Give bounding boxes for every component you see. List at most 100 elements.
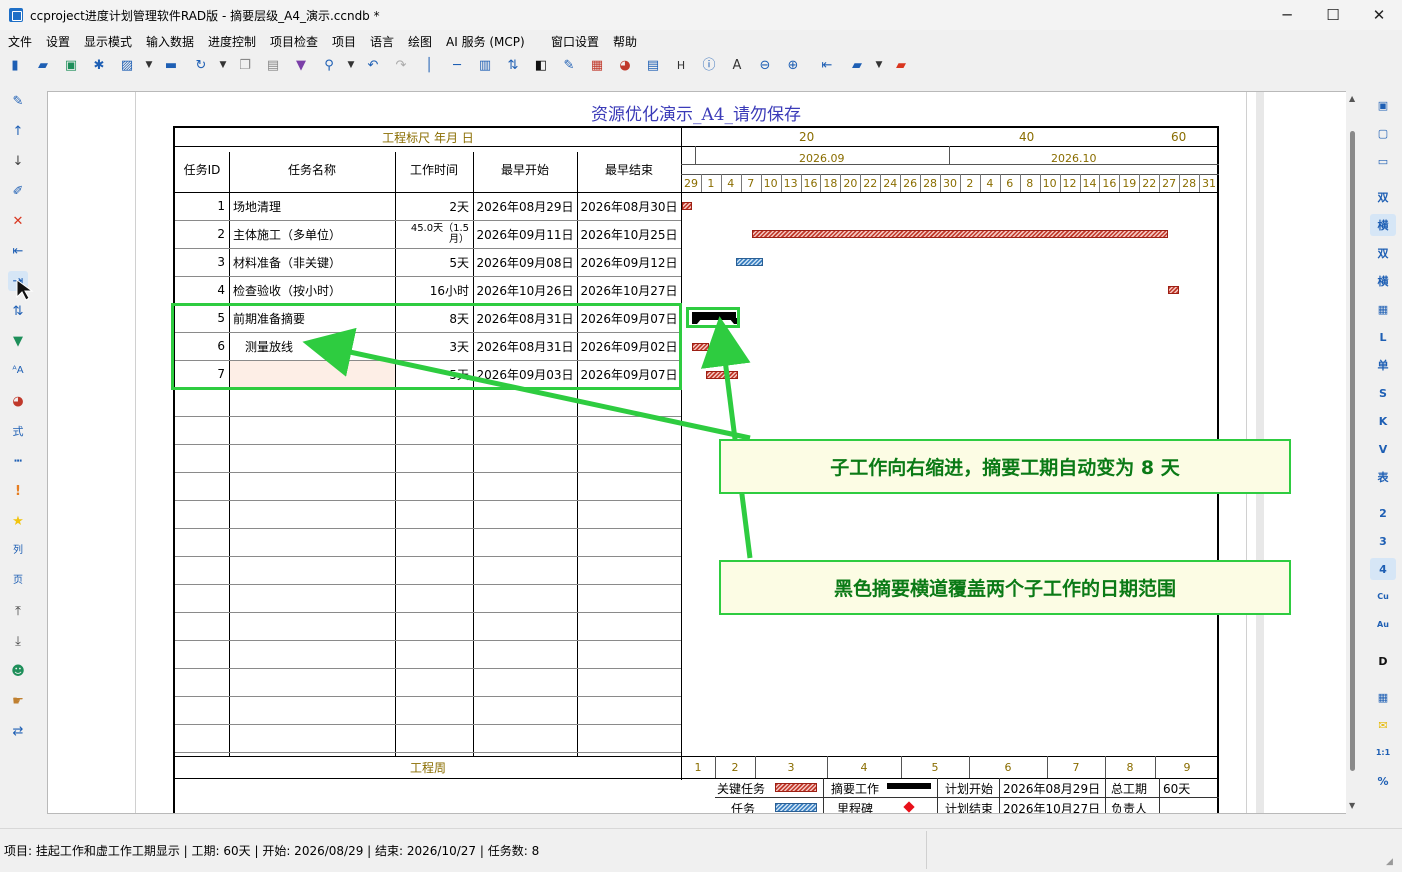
gantt-bar-2[interactable] — [752, 230, 1168, 238]
view-double[interactable]: 双 — [1370, 186, 1396, 208]
columns-icon[interactable]: ▥ — [476, 56, 494, 74]
zoom-in-icon[interactable]: ⊕ — [784, 56, 802, 74]
arrow-up-icon[interactable]: ↑ — [8, 121, 28, 141]
view-au[interactable]: Au — [1370, 614, 1396, 636]
exchange-icon[interactable]: ⇄ — [8, 721, 28, 741]
font-size-icon[interactable]: ᴬA — [8, 361, 28, 381]
view-horizontal-alt[interactable]: 横 — [1370, 270, 1396, 292]
contrast-icon[interactable]: ◧ — [532, 56, 550, 74]
arrow-down-icon[interactable]: ↓ — [8, 151, 28, 171]
format-painter-icon[interactable]: ▼ — [292, 56, 310, 74]
red-folder-icon[interactable]: ▰ — [892, 56, 910, 74]
task-end-cell[interactable]: 2026年10月25日 — [579, 220, 679, 248]
pencil-icon[interactable]: ✎ — [8, 91, 28, 111]
delete-icon[interactable]: ✕ — [8, 211, 28, 231]
outdent-icon[interactable]: ⇤ — [8, 241, 28, 261]
view-l[interactable]: L — [1370, 326, 1396, 348]
redo-icon[interactable]: ↷ — [392, 56, 410, 74]
hand-icon[interactable]: ☛ — [8, 691, 28, 711]
menu-settings[interactable]: 设置 — [46, 33, 70, 50]
zoom-1-1[interactable]: 1:1 — [1370, 742, 1396, 764]
copy-icon[interactable]: ❐ — [236, 56, 254, 74]
task-start-cell[interactable]: 2026年09月11日 — [475, 220, 575, 248]
exclamation-icon[interactable]: ! — [8, 481, 28, 501]
info-icon[interactable]: ⓘ — [700, 56, 718, 74]
edit-icon[interactable]: ✐ — [8, 181, 28, 201]
level-3[interactable]: 3 — [1370, 530, 1396, 552]
image-export-icon[interactable]: ▨ — [118, 56, 136, 74]
task-duration-cell[interactable]: 45.0天（1.5月） — [397, 220, 469, 248]
view-table[interactable]: 表 — [1370, 466, 1396, 488]
task-end-cell[interactable]: 2026年09月12日 — [579, 248, 679, 276]
brush-icon[interactable]: ✎ — [560, 56, 578, 74]
gantt-bar-4[interactable] — [1168, 286, 1179, 294]
star-icon[interactable]: ★ — [8, 511, 28, 531]
view-d[interactable]: D — [1370, 650, 1396, 672]
close-button[interactable]: ✕ — [1356, 0, 1402, 30]
refresh-icon[interactable]: ↻ — [192, 56, 210, 74]
task-start-cell[interactable]: 2026年09月08日 — [475, 248, 575, 276]
move-top-icon[interactable]: ⤒ — [8, 601, 28, 621]
formula-icon[interactable]: 式 — [8, 421, 28, 441]
header-task-id[interactable]: 任务ID — [175, 146, 229, 192]
chevron-down-icon[interactable]: ▼ — [342, 56, 360, 74]
open-folder-icon[interactable]: ▰ — [34, 56, 52, 74]
menu-help[interactable]: 帮助 — [613, 33, 637, 50]
task-duration-cell[interactable]: 2天 — [397, 192, 469, 220]
maximize-button[interactable]: ☐ — [1310, 0, 1356, 30]
layout-icon[interactable]: ▭ — [1370, 150, 1396, 172]
task-id-cell[interactable]: 4 — [175, 276, 225, 304]
zoom-percent[interactable]: % — [1370, 770, 1396, 792]
gantt-bar-3[interactable] — [736, 258, 763, 266]
task-name-cell[interactable]: 材料准备（非关键） — [233, 248, 393, 276]
view-double-alt[interactable]: 双 — [1370, 242, 1396, 264]
header-icon[interactable]: H — [672, 56, 690, 74]
sort-icon[interactable]: ⇅ — [504, 56, 522, 74]
column-icon[interactable]: 列 — [8, 541, 28, 561]
vertical-scrollbar[interactable]: ▲ ▼ — [1346, 91, 1360, 814]
scroll-up-icon[interactable]: ▲ — [1349, 94, 1355, 103]
view-v[interactable]: V — [1370, 438, 1396, 460]
view-horizontal[interactable]: 横 — [1370, 214, 1396, 236]
menu-ai-service[interactable]: AI 服务 (MCP) — [446, 33, 525, 50]
layout-icon[interactable]: ▣ — [1370, 94, 1396, 116]
page-icon[interactable]: 页 — [8, 571, 28, 591]
fit-icon[interactable]: ⇤ — [818, 56, 836, 74]
search-icon[interactable]: ⚲ — [320, 56, 338, 74]
users-icon[interactable]: ☻ — [8, 661, 28, 681]
zoom-out-icon[interactable]: ⊖ — [756, 56, 774, 74]
text-underline-icon[interactable]: A — [728, 56, 746, 74]
new-file-icon[interactable]: ▮ — [6, 56, 24, 74]
task-id-cell[interactable]: 3 — [175, 248, 225, 276]
undo-icon[interactable]: ↶ — [364, 56, 382, 74]
report-icon[interactable]: ▦ — [588, 56, 606, 74]
menu-window-settings[interactable]: 窗口设置 — [551, 33, 599, 50]
task-name-cell[interactable]: 场地清理 — [233, 192, 393, 220]
view-single[interactable]: 单 — [1370, 354, 1396, 376]
menu-project-check[interactable]: 项目检查 — [270, 33, 318, 50]
view-cu[interactable]: Cu — [1370, 586, 1396, 608]
header-early-start[interactable]: 最早开始 — [473, 146, 577, 192]
calendar-icon[interactable]: ▦ — [1370, 686, 1396, 708]
task-end-cell[interactable]: 2026年08月30日 — [579, 192, 679, 220]
minimize-button[interactable]: ─ — [1264, 0, 1310, 30]
task-start-cell[interactable]: 2026年08月29日 — [475, 192, 575, 220]
header-early-finish[interactable]: 最早结束 — [577, 146, 681, 192]
menu-input-data[interactable]: 输入数据 — [146, 33, 194, 50]
print-icon[interactable]: ▬ — [162, 56, 180, 74]
menu-file[interactable]: 文件 — [8, 33, 32, 50]
filter-icon[interactable]: ▼ — [8, 331, 28, 351]
dotted-line-icon[interactable]: ┅ — [8, 451, 28, 471]
scroll-down-icon[interactable]: ▼ — [1349, 801, 1355, 810]
move-bottom-icon[interactable]: ⤓ — [8, 631, 28, 651]
line-icon[interactable]: ─ — [448, 56, 466, 74]
menu-draw[interactable]: 绘图 — [408, 33, 432, 50]
table-icon[interactable]: ▦ — [1370, 298, 1396, 320]
chevron-down-icon[interactable]: ▼ — [214, 56, 232, 74]
header-duration[interactable]: 工作时间 — [395, 146, 473, 192]
swap-vertical-icon[interactable]: ⇅ — [8, 301, 28, 321]
view-s[interactable]: S — [1370, 382, 1396, 404]
menu-project[interactable]: 项目 — [332, 33, 356, 50]
menu-schedule-control[interactable]: 进度控制 — [208, 33, 256, 50]
header-task-name[interactable]: 任务名称 — [229, 146, 395, 192]
